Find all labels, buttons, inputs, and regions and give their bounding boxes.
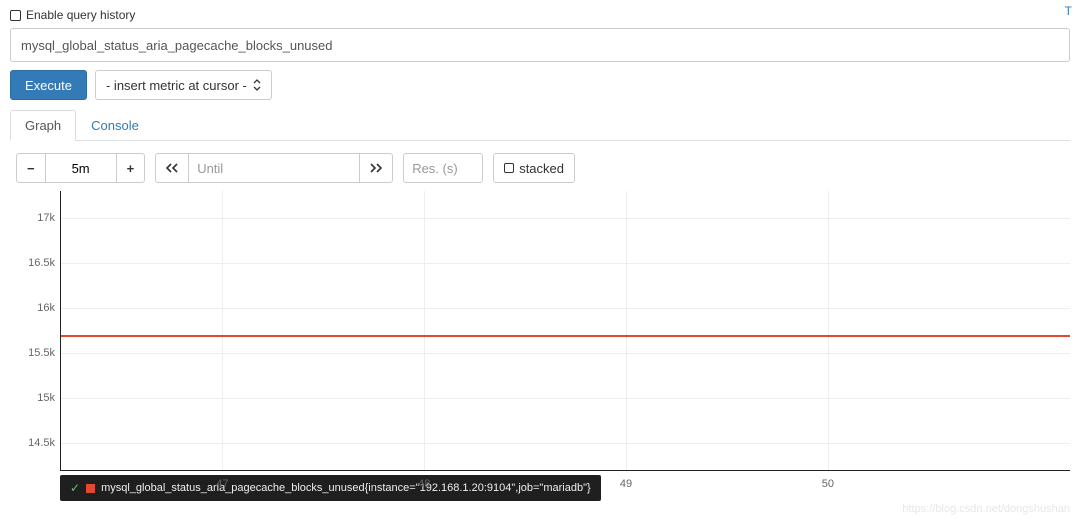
y-grid-line <box>61 443 1070 444</box>
time-until-group <box>155 153 393 183</box>
double-chevron-left-icon <box>166 161 178 176</box>
metric-insert-label: - insert metric at cursor - <box>106 78 247 93</box>
execute-button[interactable]: Execute <box>10 70 87 100</box>
y-tick-label: 15.5k <box>13 347 55 359</box>
range-decrease-button[interactable]: − <box>16 153 46 183</box>
x-tick-label: 47 <box>216 478 228 490</box>
y-tick-label: 17k <box>13 212 55 224</box>
time-forward-button[interactable] <box>359 153 393 183</box>
y-tick-label: 16.5k <box>13 257 55 269</box>
y-grid-line <box>61 398 1070 399</box>
checkbox-icon <box>10 10 21 21</box>
enable-history-label: Enable query history <box>26 8 135 22</box>
enable-history-toggle[interactable]: Enable query history <box>10 8 1070 22</box>
check-icon: ✓ <box>70 481 80 495</box>
legend-swatch <box>86 484 95 493</box>
range-input[interactable] <box>46 153 116 183</box>
x-grid-line <box>626 191 627 470</box>
legend-item[interactable]: ✓ mysql_global_status_aria_pagecache_blo… <box>60 475 601 501</box>
stacked-toggle[interactable]: stacked <box>493 153 575 183</box>
select-caret-icon <box>253 79 261 91</box>
query-input[interactable] <box>10 28 1070 62</box>
x-grid-line <box>828 191 829 470</box>
view-tabs: Graph Console <box>10 110 1070 141</box>
tab-console[interactable]: Console <box>76 110 154 141</box>
y-tick-label: 14.5k <box>13 437 55 449</box>
minus-icon: − <box>27 161 35 176</box>
chart-area: 14.5k 15k 15.5k 16k 16.5k 17k 47 48 49 50 ✓ mysql… <box>10 191 1070 531</box>
series-line <box>61 335 1070 337</box>
tab-graph[interactable]: Graph <box>10 110 76 141</box>
x-tick-label: 49 <box>620 478 632 490</box>
plus-icon: + <box>127 161 135 176</box>
x-tick-label: 48 <box>418 478 430 490</box>
y-grid-line <box>61 218 1070 219</box>
stacked-label: stacked <box>519 161 564 176</box>
until-input[interactable] <box>189 153 359 183</box>
double-chevron-right-icon <box>370 161 382 176</box>
x-grid-line <box>222 191 223 470</box>
y-tick-label: 15k <box>13 392 55 404</box>
top-right-indicator: T <box>1065 4 1072 18</box>
legend-label: mysql_global_status_aria_pagecache_block… <box>101 482 591 494</box>
y-tick-label: 16k <box>13 302 55 314</box>
x-tick-label: 50 <box>822 478 834 490</box>
y-grid-line <box>61 263 1070 264</box>
metric-insert-dropdown[interactable]: - insert metric at cursor - <box>95 70 272 100</box>
graph-controls: − + stacked <box>10 149 1070 191</box>
time-range-stepper: − + <box>16 153 145 183</box>
y-grid-line <box>61 308 1070 309</box>
checkbox-icon <box>504 163 514 173</box>
x-grid-line <box>424 191 425 470</box>
time-back-button[interactable] <box>155 153 189 183</box>
y-grid-line <box>61 353 1070 354</box>
range-increase-button[interactable]: + <box>116 153 146 183</box>
resolution-input[interactable] <box>403 153 483 183</box>
